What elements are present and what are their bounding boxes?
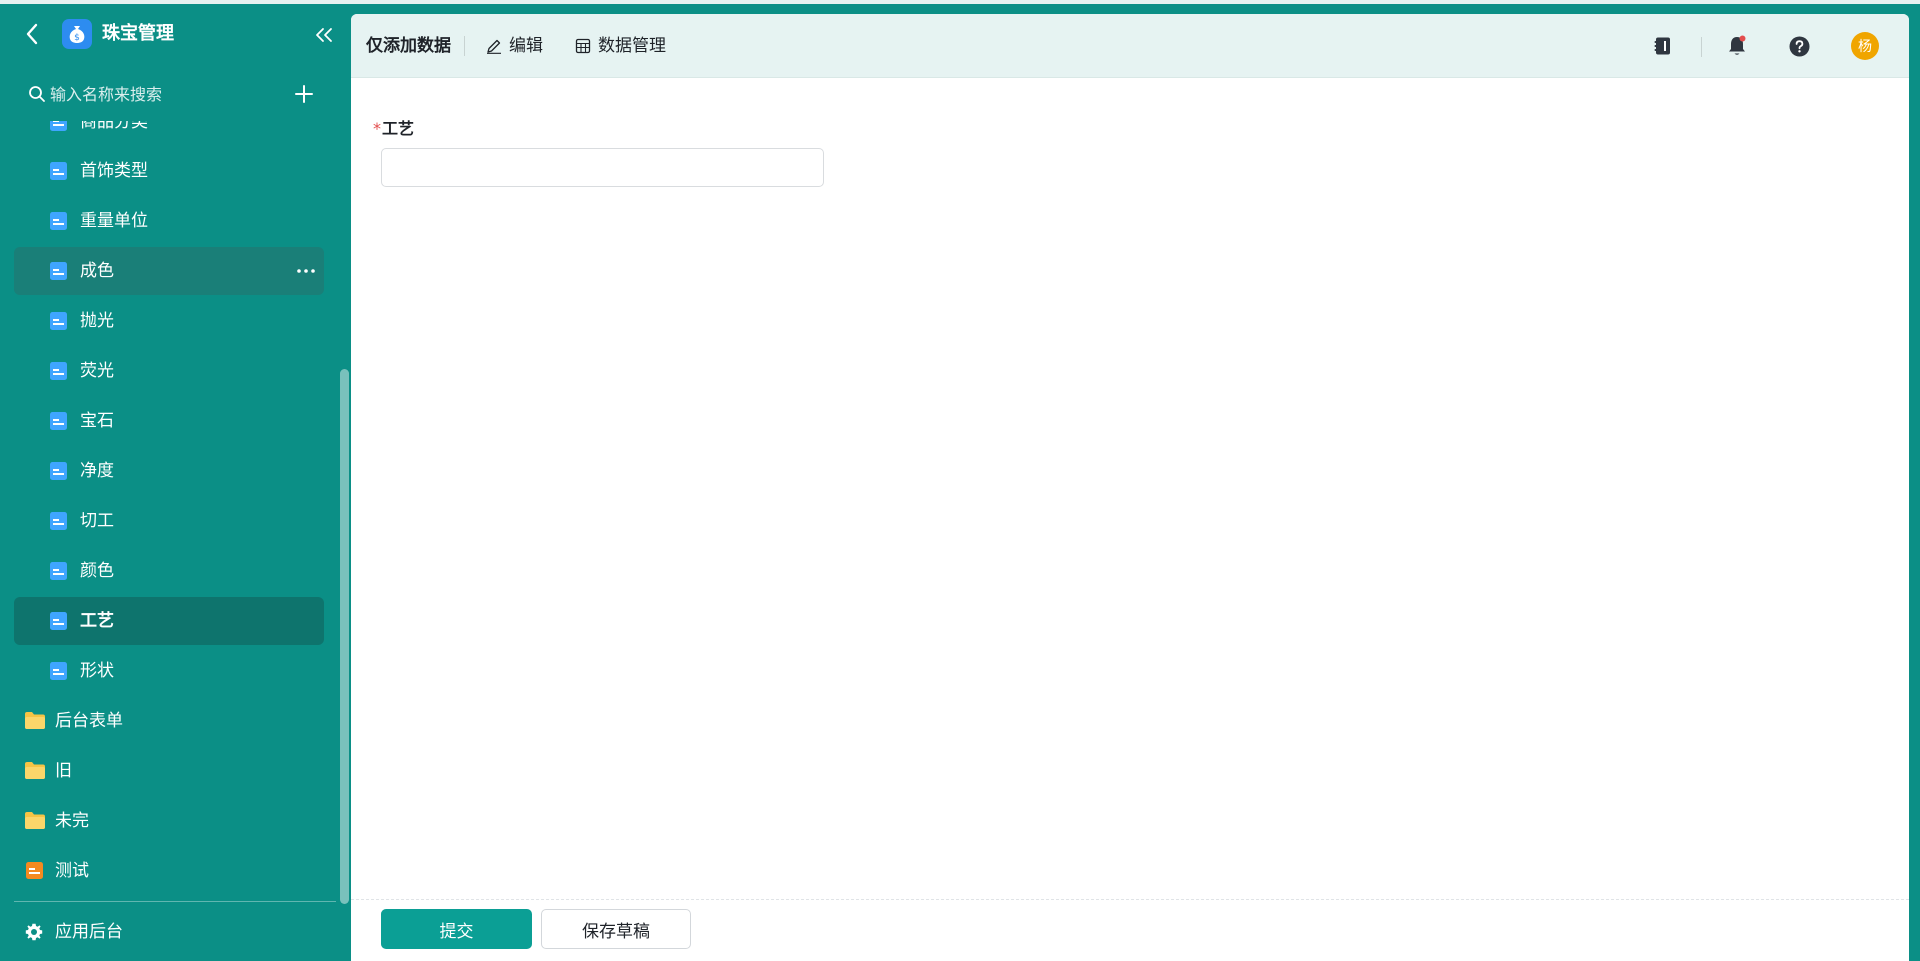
add-item-button[interactable]: [292, 82, 316, 106]
form-doc-icon: [50, 312, 67, 330]
toolbar: 仅添加数据 编辑 数据管理 杨: [351, 14, 1909, 78]
toolbar-divider: [1701, 37, 1702, 57]
collapse-sidebar-button[interactable]: [313, 24, 335, 46]
folder-icon: [25, 712, 45, 729]
sidebar-item-label: 首饰类型: [80, 161, 148, 181]
form-doc-icon: [50, 462, 67, 480]
form-doc-icon: [50, 562, 67, 580]
data-management-label: 数据管理: [598, 36, 666, 56]
edit-label: 编辑: [509, 36, 543, 56]
notifications-button[interactable]: [1724, 33, 1750, 59]
folder-icon: [25, 812, 45, 829]
sidebar-item-jewelry-type[interactable]: 首饰类型: [14, 147, 324, 195]
required-mark: *: [373, 119, 381, 138]
app-backend-label: 应用后台: [55, 922, 123, 942]
sidebar-item-label: 旧: [55, 761, 72, 781]
form-doc-icon: [50, 612, 67, 630]
sidebar-item-label: 后台表单: [55, 711, 123, 731]
form-area: *工艺: [351, 78, 1909, 896]
form-doc-icon: [50, 162, 67, 180]
form-doc-icon: [50, 662, 67, 680]
sidebar-item-fineness[interactable]: 成色: [14, 247, 324, 295]
sidebar-folder-old[interactable]: 旧: [14, 747, 324, 795]
sidebar-item-test[interactable]: 测试: [14, 847, 324, 895]
sidebar-item-label: 切工: [80, 511, 114, 531]
double-chevron-left-icon: [316, 28, 332, 42]
folder-icon: [25, 762, 45, 779]
money-bag-icon: $: [69, 26, 85, 43]
sidebar-item-gemstone[interactable]: 宝石: [14, 397, 324, 445]
field-label-craft: *工艺: [373, 118, 414, 140]
sidebar-item-shape[interactable]: 形状: [14, 647, 324, 695]
sidebar-item-color[interactable]: 颜色: [14, 547, 324, 595]
notebook-button[interactable]: [1650, 33, 1676, 59]
sidebar-tree: 商品分类 首饰类型 重量单位 成色 抛光 荧光 宝石 净度 切工 颜色 工艺 形…: [0, 121, 340, 899]
main-panel: 仅添加数据 编辑 数据管理 杨 *工艺 提交 保存草稿: [351, 14, 1909, 961]
help-icon: [1789, 36, 1809, 56]
app-logo: $: [62, 19, 92, 49]
user-avatar[interactable]: 杨: [1851, 32, 1879, 60]
help-button[interactable]: [1786, 33, 1812, 59]
sidebar-item-label: 净度: [80, 461, 114, 481]
save-draft-button[interactable]: 保存草稿: [541, 909, 691, 949]
plus-icon: [295, 85, 313, 103]
more-options-button[interactable]: [294, 261, 318, 281]
sidebar-item-label: 成色: [80, 261, 114, 281]
orange-form-doc-icon: [26, 862, 43, 879]
app-backend-link[interactable]: 应用后台: [14, 912, 324, 952]
sidebar-item-label: 颜色: [80, 561, 114, 581]
edit-button[interactable]: 编辑: [486, 32, 543, 60]
sidebar-item-cut[interactable]: 切工: [14, 497, 324, 545]
form-doc-icon: [50, 362, 67, 380]
more-horizontal-icon: [297, 269, 315, 273]
notebook-icon: [1654, 37, 1670, 55]
sidebar-scrollbar[interactable]: [340, 369, 349, 904]
sidebar-item-label: 测试: [55, 861, 89, 881]
chevron-left-icon: [26, 23, 38, 45]
page-title: 仅添加数据: [366, 36, 451, 56]
data-management-button[interactable]: 数据管理: [575, 32, 666, 60]
toolbar-divider: [464, 36, 465, 56]
form-doc-icon: [50, 262, 67, 280]
sidebar-item-label: 工艺: [80, 611, 114, 631]
form-doc-icon: [50, 212, 67, 230]
sidebar-item-craft[interactable]: 工艺: [14, 597, 324, 645]
sidebar-item-fluorescence[interactable]: 荧光: [14, 347, 324, 395]
form-footer: 提交 保存草稿: [351, 899, 1909, 961]
svg-text:$: $: [74, 33, 80, 43]
submit-button[interactable]: 提交: [381, 909, 532, 949]
sidebar-item-polish[interactable]: 抛光: [14, 297, 324, 345]
sidebar-item-label: 荧光: [80, 361, 114, 381]
form-doc-icon: [50, 512, 67, 530]
sidebar-folder-backend-forms[interactable]: 后台表单: [14, 697, 324, 745]
sidebar: $ 珠宝管理 商品分类 首饰类型: [0, 4, 350, 961]
search-input[interactable]: [50, 80, 270, 108]
app-header: $ 珠宝管理: [0, 4, 350, 66]
table-icon: [575, 38, 591, 54]
search-icon: [29, 86, 45, 102]
app-title: 珠宝管理: [102, 23, 174, 44]
craft-input[interactable]: [381, 148, 824, 187]
bell-icon: [1729, 35, 1746, 55]
sidebar-item-product-category[interactable]: 商品分类: [14, 121, 324, 146]
sidebar-item-label: 形状: [80, 661, 114, 681]
form-doc-icon: [50, 121, 67, 131]
pencil-icon: [487, 39, 501, 54]
sidebar-item-label: 商品分类: [80, 121, 148, 132]
sidebar-item-label: 抛光: [80, 311, 114, 331]
sidebar-folder-unfinished[interactable]: 未完: [14, 797, 324, 845]
sidebar-item-label: 未完: [55, 811, 89, 831]
gear-icon: [25, 923, 43, 941]
sidebar-item-weight-unit[interactable]: 重量单位: [14, 197, 324, 245]
form-doc-icon: [50, 412, 67, 430]
sidebar-item-label: 宝石: [80, 411, 114, 431]
sidebar-item-clarity[interactable]: 净度: [14, 447, 324, 495]
sidebar-divider: [14, 901, 336, 902]
back-button[interactable]: [20, 20, 44, 48]
sidebar-item-label: 重量单位: [80, 211, 148, 231]
sidebar-search: [0, 74, 350, 114]
field-label-text: 工艺: [382, 119, 415, 138]
